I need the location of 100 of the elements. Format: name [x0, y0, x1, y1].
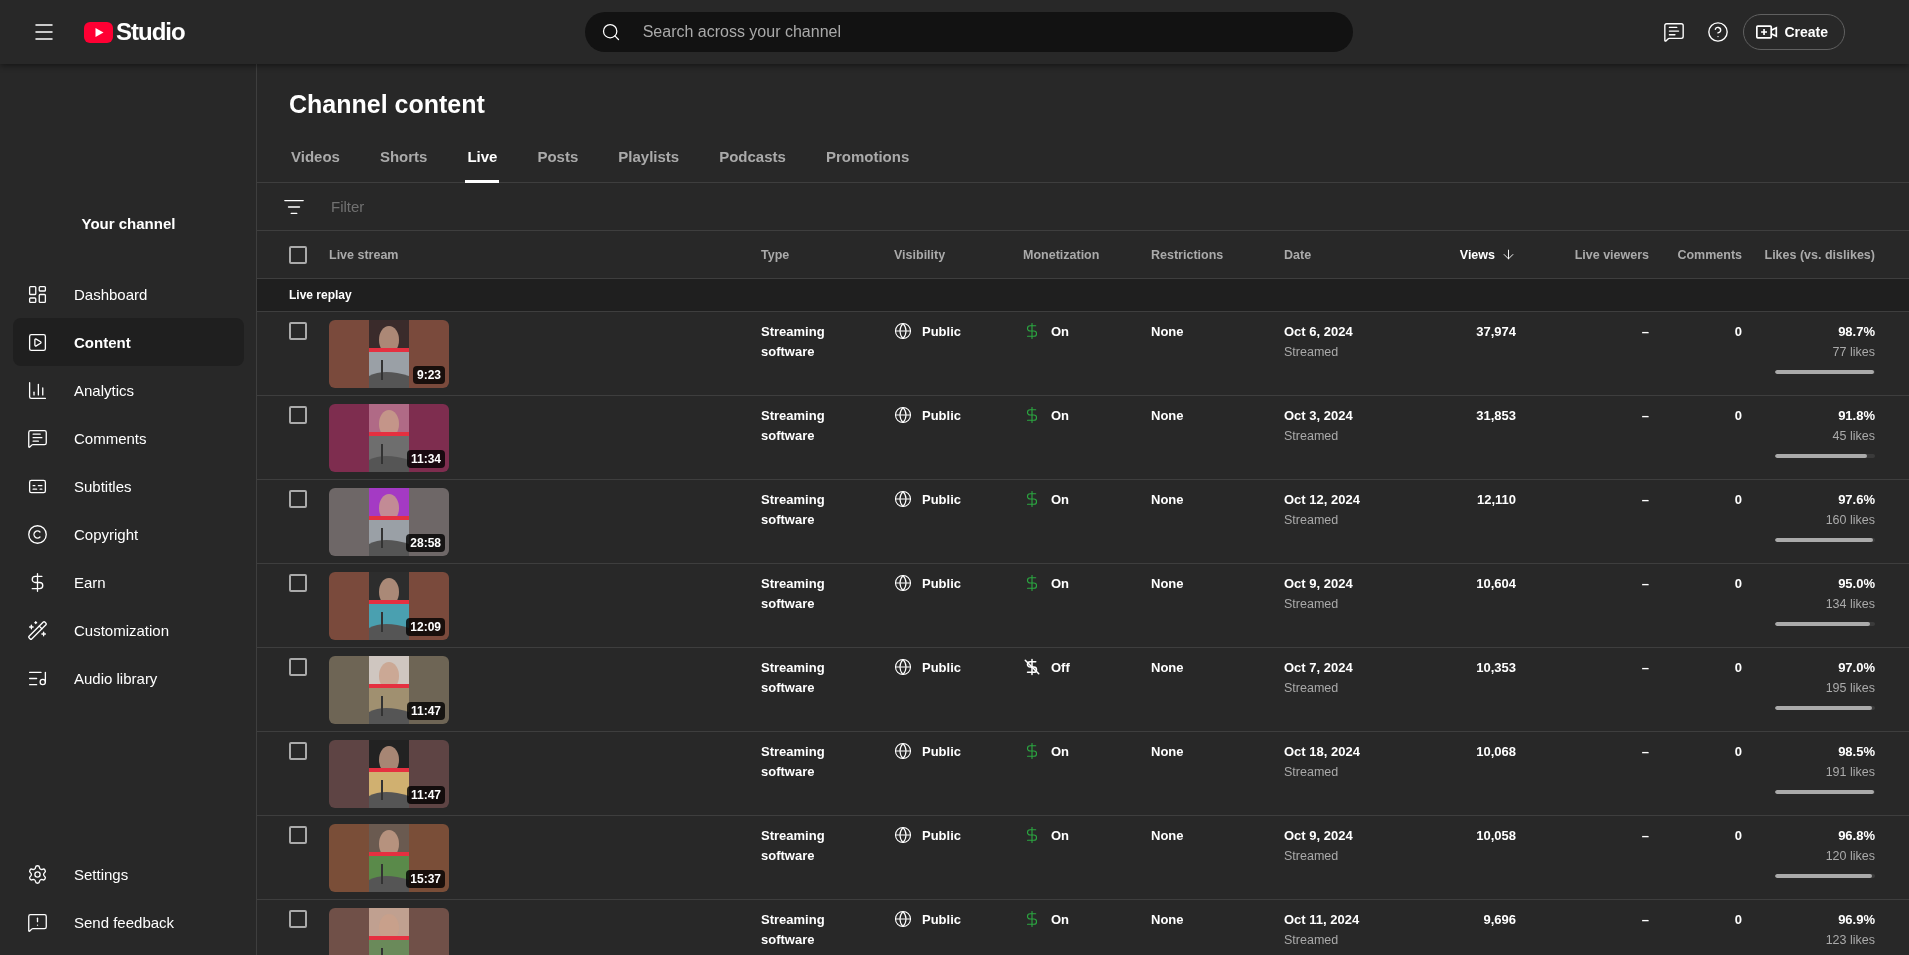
- sidebar-item[interactable]: Dashboard: [13, 270, 244, 318]
- date-text: Oct 6, 2024: [1284, 323, 1354, 341]
- row-checkbox[interactable]: [289, 826, 307, 844]
- feedback-icon: [27, 911, 48, 933]
- copyright-icon: [27, 523, 48, 545]
- tab[interactable]: Live: [465, 130, 500, 183]
- row-checkbox[interactable]: [289, 742, 307, 760]
- likes-count: 191 likes: [1825, 764, 1875, 781]
- row-checkbox[interactable]: [289, 658, 307, 676]
- views-text: 37,974: [1475, 323, 1517, 341]
- row-checkbox[interactable]: [289, 574, 307, 592]
- sidebar-item[interactable]: Content: [13, 318, 244, 366]
- views-text: 10,058: [1475, 827, 1517, 845]
- column-header[interactable]: Visibility: [894, 247, 1023, 262]
- likes-count: 134 likes: [1825, 596, 1875, 613]
- monetization-text: On: [1051, 491, 1070, 509]
- duration-label: 11:34: [406, 450, 445, 468]
- globe-icon: [894, 574, 912, 592]
- search-bar[interactable]: Search across your channel: [584, 12, 1353, 52]
- search-icon: [600, 22, 621, 42]
- tab[interactable]: Posts: [535, 130, 581, 183]
- comment-icon: [27, 427, 48, 449]
- visibility-text: Public: [922, 911, 961, 929]
- select-all-checkbox[interactable]: [289, 245, 307, 264]
- views-text: 10,068: [1475, 743, 1517, 761]
- date-note: Streamed: [1284, 596, 1340, 613]
- date-text: Oct 18, 2024: [1284, 743, 1361, 761]
- likes-percent: 95.0%: [1838, 575, 1875, 593]
- restrictions-text: None: [1151, 575, 1185, 593]
- duration-label: 28:58: [406, 534, 445, 552]
- column-header[interactable]: Type: [761, 247, 894, 262]
- sidebar-item[interactable]: Earn: [13, 558, 244, 606]
- column-header[interactable]: Live viewers: [1526, 247, 1659, 262]
- visibility-text: Public: [922, 743, 961, 761]
- monetization-text: On: [1051, 827, 1070, 845]
- settings-icon: [27, 863, 48, 885]
- likes-count: 45 likes: [1832, 428, 1875, 445]
- comments-text: 0: [1733, 575, 1743, 593]
- comments-text: 0: [1733, 911, 1743, 929]
- tab[interactable]: Promotions: [823, 130, 912, 183]
- likes-count: 77 likes: [1832, 344, 1875, 361]
- column-header[interactable]: Likes (vs. dislikes): [1752, 247, 1885, 262]
- sidebar-item[interactable]: Customization: [13, 606, 244, 654]
- date-note: Streamed: [1284, 932, 1340, 949]
- column-header[interactable]: Views: [1420, 247, 1526, 262]
- row-checkbox[interactable]: [289, 406, 307, 424]
- comments-text: 0: [1733, 407, 1743, 425]
- row-checkbox[interactable]: [289, 490, 307, 508]
- likes-percent: 96.8%: [1838, 827, 1875, 845]
- live-viewers-text: –: [1640, 827, 1650, 845]
- channel-label: Your channel: [80, 214, 177, 234]
- sidebar-item[interactable]: Comments: [13, 414, 244, 462]
- visibility-text: Public: [922, 575, 961, 593]
- row-checkbox[interactable]: [289, 322, 307, 340]
- column-header[interactable]: Restrictions: [1151, 247, 1284, 262]
- studio-logo[interactable]: Studio: [84, 18, 185, 46]
- monetization-text: On: [1051, 407, 1070, 425]
- sidebar-item[interactable]: Send feedback: [13, 898, 244, 946]
- filter-field[interactable]: Filter: [329, 197, 729, 216]
- date-text: Oct 7, 2024: [1284, 659, 1354, 677]
- sidebar-item[interactable]: Analytics: [13, 366, 244, 414]
- tab[interactable]: Playlists: [616, 130, 682, 183]
- tab[interactable]: Videos: [289, 130, 342, 183]
- dashboard-icon: [27, 283, 48, 305]
- comments-text: 0: [1733, 827, 1743, 845]
- type-text: Streaming software: [761, 827, 826, 865]
- likes-percent: 96.9%: [1838, 911, 1875, 929]
- live-viewers-text: –: [1640, 659, 1650, 677]
- restrictions-text: None: [1151, 407, 1185, 425]
- play-icon: [27, 331, 48, 353]
- section-label: Live replay: [257, 279, 1909, 312]
- sidebar-item[interactable]: Settings: [13, 850, 244, 898]
- duration-label: 9:23: [412, 366, 445, 384]
- tab[interactable]: Podcasts: [717, 130, 788, 183]
- column-header[interactable]: Comments: [1659, 247, 1752, 262]
- date-note: Streamed: [1284, 428, 1340, 445]
- play-logo-icon: [84, 21, 113, 43]
- sidebar-item[interactable]: Audio library: [13, 654, 244, 702]
- sidebar-item[interactable]: Copyright: [13, 510, 244, 558]
- views-text: 10,353: [1475, 659, 1517, 677]
- views-text: 10,604: [1475, 575, 1517, 593]
- row-checkbox[interactable]: [289, 910, 307, 928]
- sidebar-item[interactable]: Subtitles: [13, 462, 244, 510]
- likes-count: 160 likes: [1825, 512, 1875, 529]
- views-text: 12,110: [1475, 491, 1517, 509]
- restrictions-text: None: [1151, 491, 1185, 509]
- views-text: 9,696: [1482, 911, 1517, 929]
- video-plus-icon: [1756, 23, 1779, 41]
- comments-text: 0: [1733, 743, 1743, 761]
- monetization-text: On: [1051, 323, 1070, 341]
- bar-chart-icon: [27, 379, 48, 401]
- column-header[interactable]: Live stream: [329, 247, 761, 262]
- column-header[interactable]: Monetization: [1023, 247, 1151, 262]
- magic-wand-icon: [27, 619, 48, 641]
- tab[interactable]: Shorts: [377, 130, 430, 183]
- visibility-text: Public: [922, 491, 961, 509]
- column-header[interactable]: Date: [1284, 247, 1420, 262]
- search-field[interactable]: Search across your channel: [640, 22, 1337, 42]
- date-text: Oct 12, 2024: [1284, 491, 1361, 509]
- live-viewers-text: –: [1640, 575, 1650, 593]
